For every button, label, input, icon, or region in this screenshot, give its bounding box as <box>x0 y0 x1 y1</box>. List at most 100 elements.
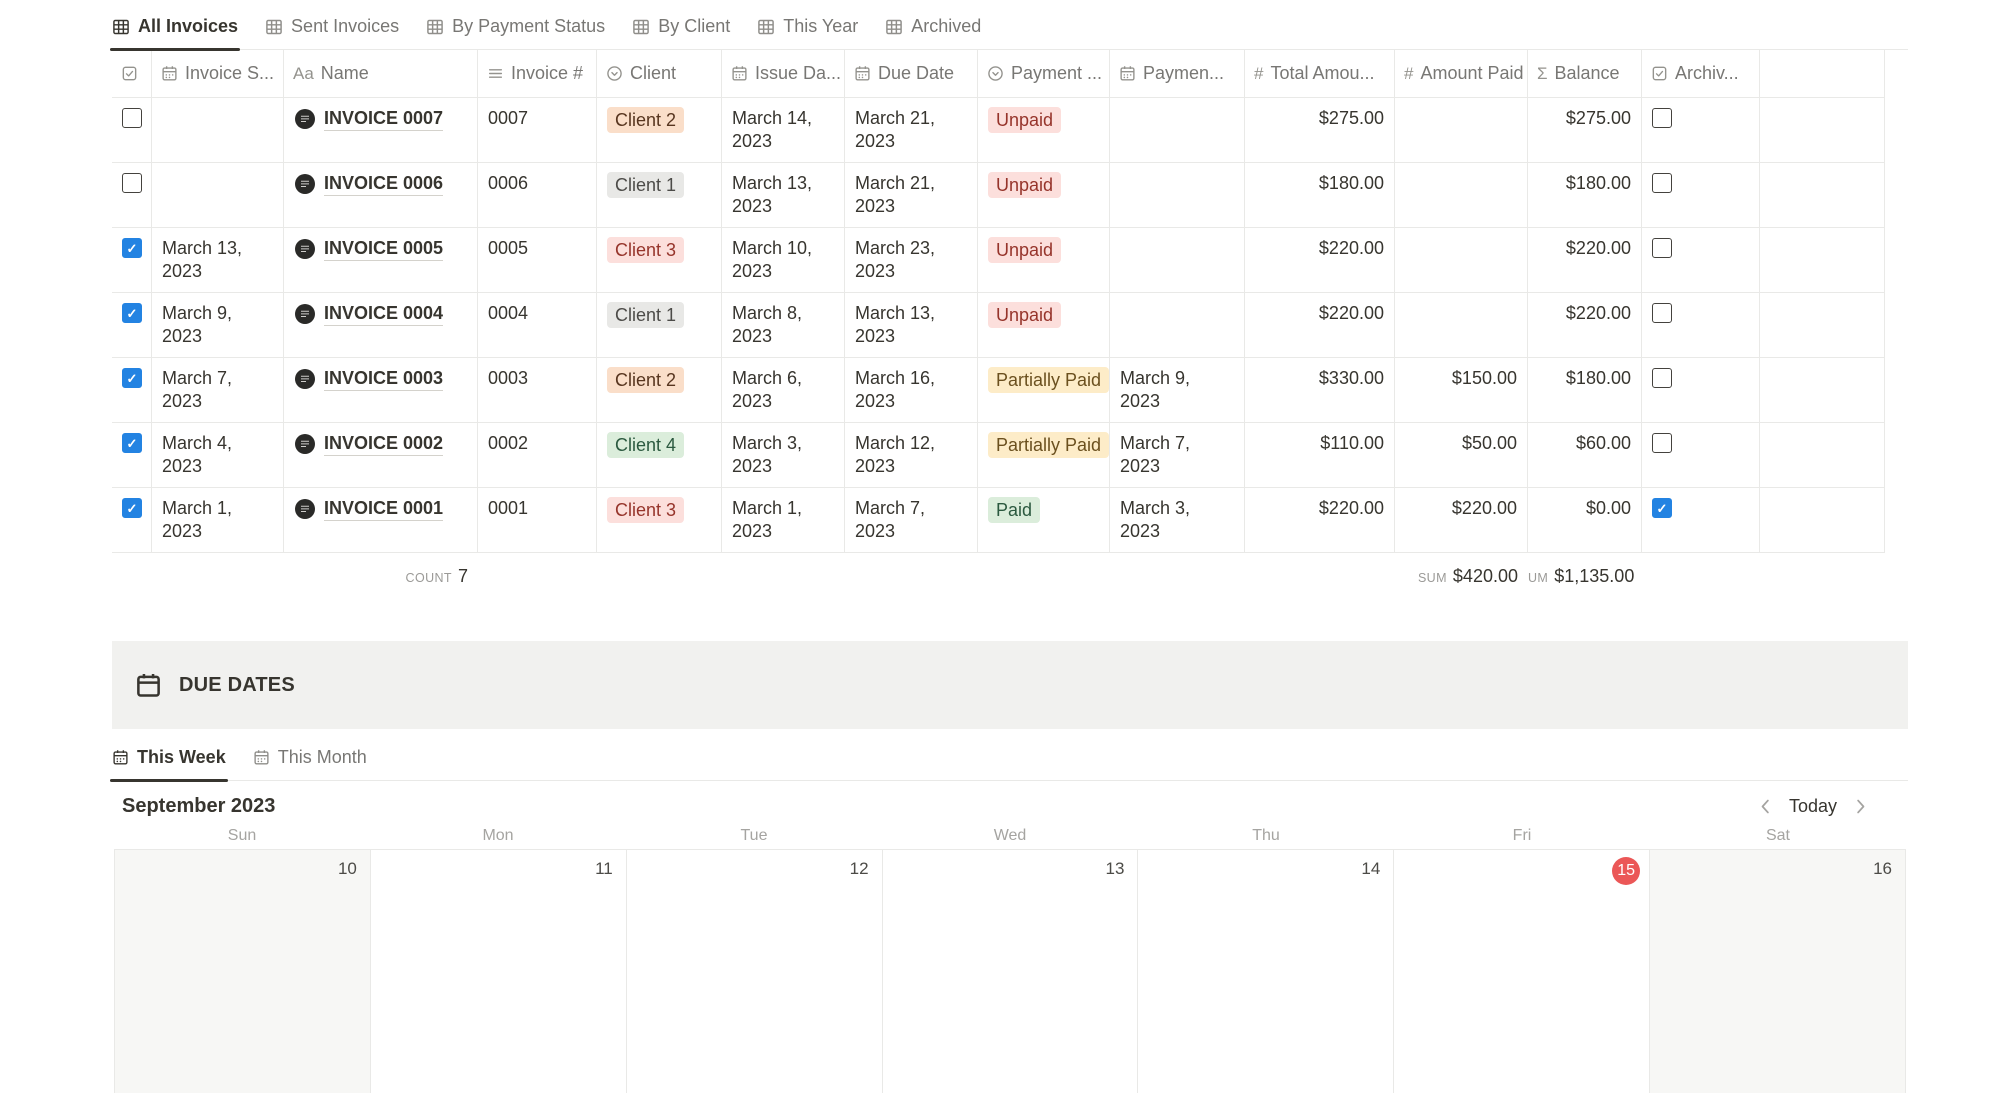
tab-by-client[interactable]: By Client <box>632 16 730 37</box>
chevron-left-icon[interactable] <box>1756 797 1775 816</box>
invoice-link[interactable]: INVOICE 0007 <box>324 107 443 131</box>
due-date-cell[interactable]: March 12, 2023 <box>845 423 978 487</box>
calendar-day-cell[interactable]: 10 <box>114 850 371 1093</box>
amount-paid-cell[interactable] <box>1395 228 1528 292</box>
row-checkbox[interactable] <box>122 173 142 193</box>
tab-this-week[interactable]: This Week <box>112 747 226 768</box>
calendar-day-cell[interactable]: 14 <box>1138 850 1394 1093</box>
due-date-cell[interactable]: March 21, 2023 <box>845 163 978 227</box>
archived-cell[interactable] <box>1642 98 1760 162</box>
row-checkbox[interactable] <box>122 303 142 323</box>
tab-this-year[interactable]: This Year <box>757 16 858 37</box>
payment-status-cell[interactable]: Unpaid <box>978 98 1110 162</box>
calendar-day-cell[interactable]: 12 <box>627 850 883 1093</box>
payment-date-cell[interactable]: March 9, 2023 <box>1110 358 1245 422</box>
invoice-sent-cell[interactable]: March 7, 2023 <box>152 358 284 422</box>
issue-date-cell[interactable]: March 3, 2023 <box>722 423 845 487</box>
invoice-number-cell[interactable]: 0005 <box>478 228 597 292</box>
total-amount-cell[interactable]: $220.00 <box>1245 488 1395 552</box>
footer-sum-balance[interactable]: UM$1,135.00 <box>1528 566 1642 601</box>
invoice-sent-cell[interactable]: March 4, 2023 <box>152 423 284 487</box>
payment-status-cell[interactable]: Unpaid <box>978 228 1110 292</box>
amount-paid-cell[interactable]: $150.00 <box>1395 358 1528 422</box>
payment-date-cell[interactable] <box>1110 98 1245 162</box>
row-select-cell[interactable] <box>112 163 152 227</box>
due-dates-header[interactable]: DUE DATES <box>112 641 1908 729</box>
client-cell[interactable]: Client 1 <box>597 293 722 357</box>
balance-cell[interactable]: $180.00 <box>1528 163 1642 227</box>
client-cell[interactable]: Client 4 <box>597 423 722 487</box>
header-issue-date[interactable]: Issue Da... <box>722 50 845 97</box>
row-checkbox[interactable] <box>122 368 142 388</box>
payment-date-cell[interactable] <box>1110 163 1245 227</box>
row-select-cell[interactable] <box>112 423 152 487</box>
archived-cell[interactable] <box>1642 423 1760 487</box>
tab-by-payment-status[interactable]: By Payment Status <box>426 16 605 37</box>
invoice-sent-cell[interactable]: March 13, 2023 <box>152 228 284 292</box>
archived-checkbox[interactable] <box>1652 303 1672 323</box>
tab-sent-invoices[interactable]: Sent Invoices <box>265 16 399 37</box>
footer-sum-amount-paid[interactable]: SUM$420.00 <box>478 566 1528 601</box>
payment-status-cell[interactable]: Partially Paid <box>978 423 1110 487</box>
payment-status-cell[interactable]: Partially Paid <box>978 358 1110 422</box>
payment-date-cell[interactable] <box>1110 228 1245 292</box>
archived-cell[interactable] <box>1642 228 1760 292</box>
invoice-link[interactable]: INVOICE 0005 <box>324 237 443 261</box>
header-invoice-sent[interactable]: Invoice S... <box>152 50 284 97</box>
invoice-number-cell[interactable]: 0007 <box>478 98 597 162</box>
payment-status-cell[interactable]: Paid <box>978 488 1110 552</box>
tab-this-month[interactable]: This Month <box>253 747 367 768</box>
row-select-cell[interactable] <box>112 488 152 552</box>
invoice-link[interactable]: INVOICE 0003 <box>324 367 443 391</box>
issue-date-cell[interactable]: March 10, 2023 <box>722 228 845 292</box>
row-checkbox[interactable] <box>122 108 142 128</box>
header-archived[interactable]: Archiv... <box>1642 50 1760 97</box>
due-date-cell[interactable]: March 7, 2023 <box>845 488 978 552</box>
total-amount-cell[interactable]: $220.00 <box>1245 228 1395 292</box>
row-select-cell[interactable] <box>112 293 152 357</box>
row-select-cell[interactable] <box>112 228 152 292</box>
invoice-name-cell[interactable]: INVOICE 0006 <box>284 163 478 227</box>
header-invoice-number[interactable]: Invoice # <box>478 50 597 97</box>
invoice-name-cell[interactable]: INVOICE 0002 <box>284 423 478 487</box>
client-cell[interactable]: Client 2 <box>597 98 722 162</box>
amount-paid-cell[interactable] <box>1395 293 1528 357</box>
archived-checkbox[interactable] <box>1652 108 1672 128</box>
total-amount-cell[interactable]: $275.00 <box>1245 98 1395 162</box>
invoice-sent-cell[interactable] <box>152 98 284 162</box>
chevron-right-icon[interactable] <box>1851 797 1870 816</box>
invoice-name-cell[interactable]: INVOICE 0003 <box>284 358 478 422</box>
client-cell[interactable]: Client 3 <box>597 488 722 552</box>
archived-checkbox[interactable] <box>1652 173 1672 193</box>
invoice-name-cell[interactable]: INVOICE 0007 <box>284 98 478 162</box>
header-payment-date[interactable]: Paymen... <box>1110 50 1245 97</box>
balance-cell[interactable]: $275.00 <box>1528 98 1642 162</box>
header-select-all[interactable] <box>112 50 152 97</box>
archived-checkbox[interactable] <box>1652 238 1672 258</box>
header-name[interactable]: AaName <box>284 50 478 97</box>
due-date-cell[interactable]: March 21, 2023 <box>845 98 978 162</box>
client-cell[interactable]: Client 3 <box>597 228 722 292</box>
invoice-name-cell[interactable]: INVOICE 0005 <box>284 228 478 292</box>
archived-checkbox[interactable] <box>1652 368 1672 388</box>
invoice-number-cell[interactable]: 0001 <box>478 488 597 552</box>
row-checkbox[interactable] <box>122 238 142 258</box>
client-cell[interactable]: Client 1 <box>597 163 722 227</box>
header-total-amount[interactable]: #Total Amou... <box>1245 50 1395 97</box>
payment-status-cell[interactable]: Unpaid <box>978 163 1110 227</box>
issue-date-cell[interactable]: March 8, 2023 <box>722 293 845 357</box>
header-balance[interactable]: ΣBalance <box>1528 50 1642 97</box>
invoice-sent-cell[interactable]: March 1, 2023 <box>152 488 284 552</box>
calendar-day-cell[interactable]: 16 <box>1650 850 1906 1093</box>
due-date-cell[interactable]: March 16, 2023 <box>845 358 978 422</box>
invoice-sent-cell[interactable] <box>152 163 284 227</box>
payment-status-cell[interactable]: Unpaid <box>978 293 1110 357</box>
archived-cell[interactable] <box>1642 488 1760 552</box>
amount-paid-cell[interactable]: $220.00 <box>1395 488 1528 552</box>
due-date-cell[interactable]: March 13, 2023 <box>845 293 978 357</box>
invoice-link[interactable]: INVOICE 0006 <box>324 172 443 196</box>
calendar-day-cell[interactable]: 11 <box>371 850 627 1093</box>
calendar-day-cell[interactable]: 13 <box>883 850 1139 1093</box>
row-checkbox[interactable] <box>122 433 142 453</box>
header-client[interactable]: Client <box>597 50 722 97</box>
